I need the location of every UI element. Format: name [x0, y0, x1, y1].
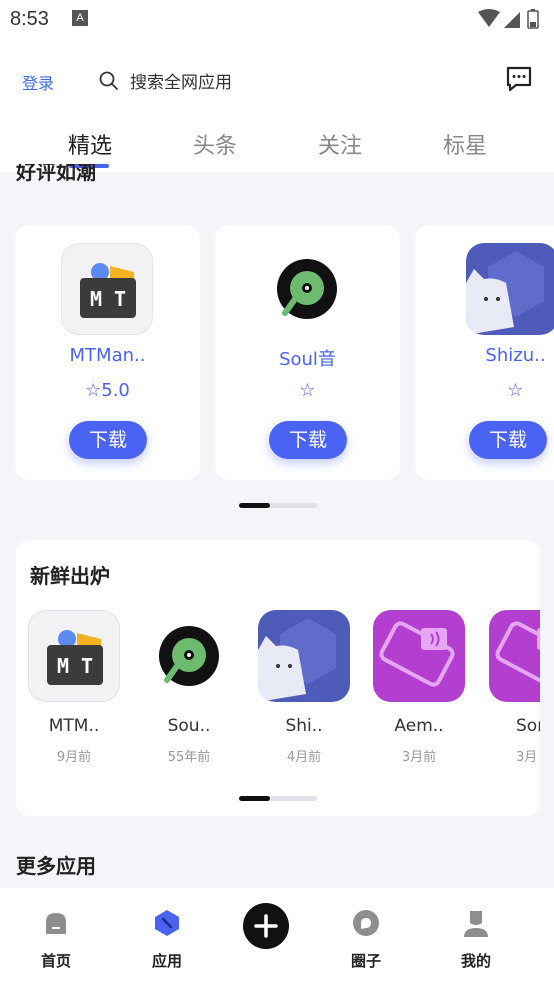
- hot-app-card[interactable]: Shizu.. ☆ 下载: [415, 225, 554, 480]
- download-button[interactable]: 下载: [69, 421, 147, 459]
- search-icon[interactable]: [98, 70, 120, 92]
- app-rating: ☆: [299, 380, 316, 401]
- new-app-item[interactable]: Shi.. 4月前: [257, 610, 351, 765]
- nav-apps[interactable]: 应用: [137, 908, 197, 971]
- app-update-time: 3月: [516, 750, 538, 765]
- aem-app-icon: [373, 610, 465, 702]
- app-name: Shi..: [285, 716, 323, 736]
- message-icon[interactable]: [504, 64, 534, 94]
- new-apps-card: 新鲜出炉 M T MTM.. 9月前 Sou.. 55年前 Shi.. 4月前 …: [16, 540, 540, 816]
- app-name: Sou..: [167, 716, 211, 736]
- tab-following[interactable]: 关注: [300, 128, 380, 160]
- hot-app-card[interactable]: Soul音 ☆ 下载: [215, 225, 400, 480]
- svg-text:M T: M T: [90, 287, 126, 311]
- hot-app-card[interactable]: M T MTMan.. ☆5.0 下载: [15, 225, 200, 480]
- app-update-time: 9月前: [56, 750, 92, 765]
- app-update-time: 55年前: [167, 750, 211, 765]
- nav-profile[interactable]: 我的: [446, 908, 506, 971]
- svg-text:M T: M T: [57, 654, 93, 678]
- new-app-item[interactable]: Sou.. 55年前: [142, 610, 236, 765]
- status-bar: 8:53 A: [0, 0, 554, 40]
- soul-app-icon: [143, 610, 235, 702]
- app-rating: ☆: [507, 380, 524, 401]
- soul-app-icon: [261, 243, 353, 335]
- app-name: Shizu..: [485, 345, 546, 366]
- nav-label: 首页: [40, 952, 71, 970]
- mt-manager-app-icon: M T: [61, 243, 153, 335]
- add-button[interactable]: [243, 903, 289, 949]
- shizuku-app-icon: [466, 243, 554, 335]
- user-icon: [464, 911, 488, 937]
- app-name: MTM..: [48, 716, 100, 736]
- tab-headlines[interactable]: 头条: [175, 128, 255, 160]
- mt-manager-app-icon: M T: [28, 610, 120, 702]
- app-update-time: 3月前: [401, 750, 437, 765]
- tab-featured[interactable]: 精选: [50, 128, 130, 160]
- top-bar: 登录 搜索全网应用: [0, 40, 554, 120]
- sor-app-icon: [489, 610, 540, 702]
- new-app-item[interactable]: Aem.. 3月前: [372, 610, 466, 765]
- bottom-nav: 首页 应用 圈子 我的: [0, 888, 554, 986]
- search-input[interactable]: 搜索全网应用: [130, 68, 232, 93]
- tab-starred[interactable]: 标星: [425, 128, 505, 160]
- more-apps-title: 更多应用: [16, 854, 96, 878]
- apps-icon: [155, 910, 179, 936]
- app-name: Sor: [516, 716, 540, 736]
- download-button[interactable]: 下载: [469, 421, 547, 459]
- app-update-time: 4月前: [286, 750, 322, 765]
- signal-icons: [478, 9, 539, 29]
- chat-bubble-icon: [353, 910, 379, 936]
- new-section-title: 新鲜出炉: [30, 564, 110, 588]
- app-name: Soul音: [279, 349, 336, 370]
- new-app-item[interactable]: M T MTM.. 9月前: [27, 610, 121, 765]
- download-button[interactable]: 下载: [269, 421, 347, 459]
- nav-home[interactable]: 首页: [26, 908, 86, 971]
- app-rating: ☆5.0: [85, 380, 130, 401]
- new-app-item[interactable]: Sor 3月: [488, 610, 540, 765]
- plus-icon: [254, 914, 278, 938]
- home-icon: [46, 913, 66, 934]
- nav-label: 圈子: [350, 952, 381, 970]
- app-name: Aem..: [394, 716, 444, 736]
- login-link[interactable]: 登录: [22, 70, 54, 94]
- app-name: MTMan..: [69, 345, 146, 366]
- notification-icon: A: [72, 10, 88, 26]
- nav-label: 我的: [460, 952, 491, 970]
- hot-pager: [239, 503, 317, 508]
- nav-label: 应用: [151, 952, 182, 970]
- shizuku-app-icon: [258, 610, 350, 702]
- nav-circle[interactable]: 圈子: [336, 908, 396, 971]
- new-pager: [239, 796, 317, 801]
- hot-section-title: 好评如潮: [16, 164, 96, 184]
- status-time: 8:53: [10, 8, 49, 30]
